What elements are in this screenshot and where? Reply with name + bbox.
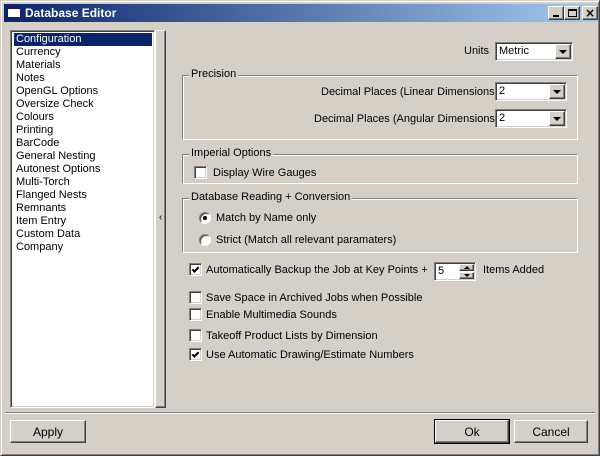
multimedia-sounds-checkbox[interactable] <box>189 308 202 321</box>
window-title: Database Editor <box>25 6 117 20</box>
ok-button[interactable]: Ok <box>434 419 510 444</box>
nav-item-barcode[interactable]: BarCode <box>14 137 61 150</box>
units-value: Metric <box>499 45 529 57</box>
save-space-checkbox[interactable] <box>189 291 202 304</box>
match-by-name-radio[interactable] <box>199 212 211 224</box>
save-space-label: Save Space in Archived Jobs when Possibl… <box>206 292 423 304</box>
angular-decimal-value: 2 <box>499 112 506 124</box>
maximize-button[interactable] <box>564 6 580 20</box>
auto-backup-label: Automatically Backup the Job at Key Poin… <box>206 264 428 276</box>
bottom-divider-highlight <box>5 413 595 414</box>
radio-selected-dot <box>203 216 207 220</box>
imperial-options-title: Imperial Options <box>189 147 274 159</box>
category-list[interactable]: Configuration Currency Materials Notes O… <box>10 30 155 408</box>
linear-decimal-dropdown-button[interactable] <box>549 84 565 99</box>
close-icon: × <box>584 6 596 20</box>
linear-decimal-label: Decimal Places (Linear Dimensions) <box>321 86 499 98</box>
backup-count-spinner[interactable]: 5 <box>434 262 476 281</box>
nav-item-flanged-nests[interactable]: Flanged Nests <box>14 189 89 202</box>
linear-decimal-select[interactable]: 2 <box>495 82 567 101</box>
chevron-down-icon <box>559 49 567 54</box>
units-dropdown-button[interactable] <box>555 44 571 59</box>
chevron-down-icon <box>553 89 561 94</box>
strict-match-radio[interactable] <box>199 234 211 246</box>
units-label: Units <box>464 45 490 57</box>
angular-decimal-label: Decimal Places (Angular Dimensions) <box>314 113 499 125</box>
linear-decimal-value: 2 <box>499 85 506 97</box>
angular-decimal-dropdown-button[interactable] <box>549 111 565 126</box>
checkmark-icon <box>191 264 200 273</box>
backup-count-value: 5 <box>438 265 445 277</box>
items-added-label: Items Added <box>483 264 545 276</box>
checkmark-icon <box>191 349 200 358</box>
minimize-button[interactable] <box>548 6 564 20</box>
display-wire-gauges-checkbox[interactable] <box>194 166 207 179</box>
nav-item-currency[interactable]: Currency <box>14 46 63 59</box>
spinner-down-button[interactable] <box>459 272 474 279</box>
nav-item-remnants[interactable]: Remnants <box>14 202 68 215</box>
nav-item-company[interactable]: Company <box>14 241 65 254</box>
precision-group-title: Precision <box>189 68 239 80</box>
takeoff-product-lists-label: Takeoff Product Lists by Dimension <box>206 330 378 342</box>
nav-item-oversize-check[interactable]: Oversize Check <box>14 98 96 111</box>
nav-item-multi-torch[interactable]: Multi-Torch <box>14 176 72 189</box>
collapse-left-icon: ‹ <box>159 212 163 223</box>
nav-item-autonest-options[interactable]: Autonest Options <box>14 163 102 176</box>
spinner-up-button[interactable] <box>459 264 474 271</box>
apply-button[interactable]: Apply <box>10 420 86 443</box>
auto-drawing-numbers-checkbox[interactable] <box>189 348 202 361</box>
strict-match-label: Strict (Match all relevant paramaters) <box>216 234 397 246</box>
display-wire-gauges-label: Display Wire Gauges <box>213 167 317 179</box>
nav-item-printing[interactable]: Printing <box>14 124 55 137</box>
units-select[interactable]: Metric <box>495 42 573 61</box>
title-bar[interactable]: Database Editor × <box>4 4 598 22</box>
nav-item-configuration[interactable]: Configuration <box>14 33 152 46</box>
spinner-buttons <box>459 264 474 279</box>
nav-item-custom-data[interactable]: Custom Data <box>14 228 82 241</box>
chevron-up-icon <box>463 266 470 269</box>
cancel-button[interactable]: Cancel <box>514 420 588 443</box>
chevron-down-icon <box>463 274 470 277</box>
nav-item-item-entry[interactable]: Item Entry <box>14 215 68 228</box>
close-button[interactable]: × <box>582 6 598 20</box>
auto-drawing-numbers-label: Use Automatic Drawing/Estimate Numbers <box>206 349 414 361</box>
chevron-down-icon <box>553 116 561 121</box>
nav-item-opengl-options[interactable]: OpenGL Options <box>14 85 100 98</box>
nav-item-colours[interactable]: Colours <box>14 111 56 124</box>
maximize-icon <box>567 9 577 17</box>
nav-item-general-nesting[interactable]: General Nesting <box>14 150 98 163</box>
database-reading-title: Database Reading + Conversion <box>189 191 353 203</box>
takeoff-product-lists-checkbox[interactable] <box>189 329 202 342</box>
nav-item-notes[interactable]: Notes <box>14 72 47 85</box>
auto-backup-checkbox[interactable] <box>189 263 202 276</box>
multimedia-sounds-label: Enable Multimedia Sounds <box>206 309 337 321</box>
window-icon <box>7 6 21 18</box>
angular-decimal-select[interactable]: 2 <box>495 109 567 128</box>
minimize-icon <box>553 15 559 17</box>
database-editor-window: Database Editor × Configuration Currency… <box>0 0 600 456</box>
panel-splitter[interactable]: ‹ <box>155 30 166 408</box>
nav-item-materials[interactable]: Materials <box>14 59 63 72</box>
match-by-name-label: Match by Name only <box>216 212 317 224</box>
